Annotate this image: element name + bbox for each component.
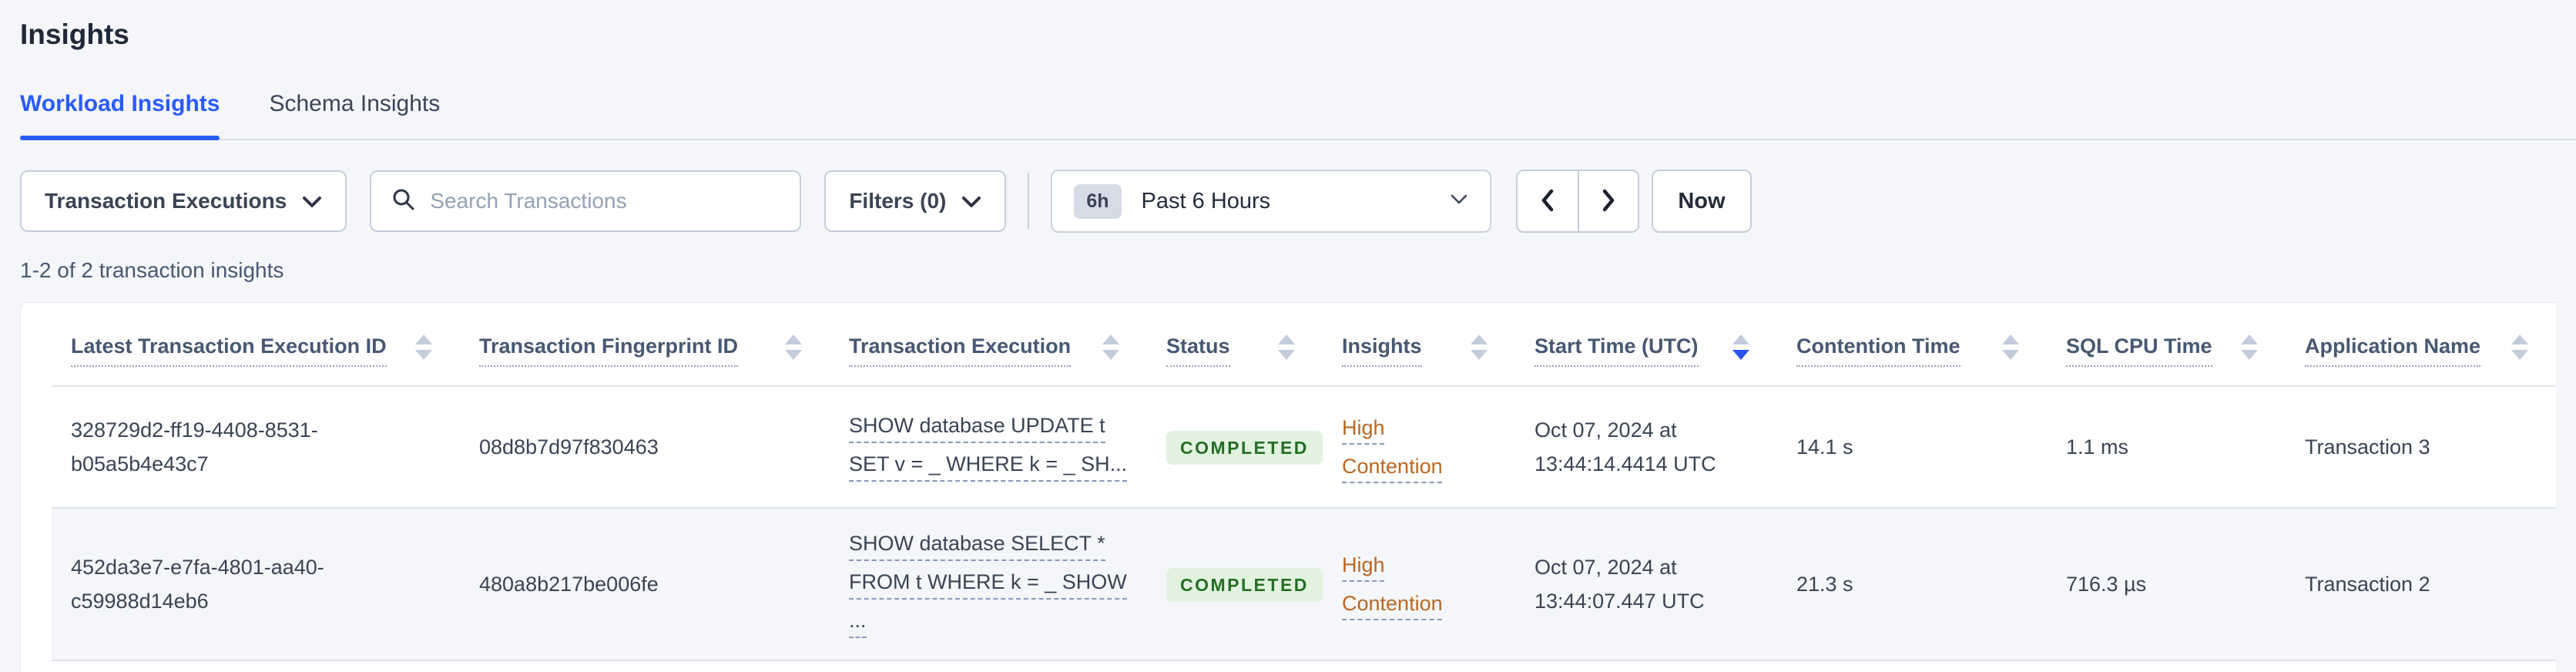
cell-insights: High Contention bbox=[1323, 508, 1515, 660]
toolbar-divider bbox=[1028, 173, 1030, 230]
cell-start-time: Oct 07, 2024 at 13:44:14.4414 UTC bbox=[1535, 418, 1716, 475]
sort-icon-descending-active[interactable] bbox=[1732, 334, 1749, 360]
column-header-application-name[interactable]: Application Name bbox=[2305, 334, 2533, 367]
cell-application-name: Transaction 2 bbox=[2305, 573, 2430, 596]
now-button[interactable]: Now bbox=[1652, 170, 1752, 233]
sort-icon[interactable] bbox=[2511, 334, 2528, 360]
transaction-insights-table: Latest Transaction Execution ID Transact… bbox=[52, 303, 2556, 661]
chevron-down-icon bbox=[961, 189, 981, 213]
transaction-statement-link[interactable]: SHOW database UPDATE t SET v = _ WHERE k… bbox=[849, 412, 1128, 482]
transaction-statement-link[interactable]: SHOW database SELECT * FROM t WHERE k = … bbox=[849, 530, 1127, 638]
cell-insights: High Contention bbox=[1323, 386, 1515, 508]
column-header-contention-time[interactable]: Contention Time bbox=[1796, 334, 2024, 367]
filters-dropdown[interactable]: Filters (0) bbox=[824, 170, 1007, 232]
column-header-insights[interactable]: Insights bbox=[1342, 334, 1492, 367]
time-range-badge: 6h bbox=[1074, 183, 1122, 219]
time-range-picker[interactable]: 6h Past 6 Hours bbox=[1051, 170, 1492, 233]
column-header-start-time[interactable]: Start Time (UTC) bbox=[1535, 334, 1754, 367]
search-icon bbox=[391, 187, 416, 216]
sort-icon[interactable] bbox=[1102, 334, 1119, 360]
tab-bar: Workload Insights Schema Insights bbox=[20, 89, 2576, 140]
cell-sql-cpu-time: 1.1 ms bbox=[2066, 435, 2129, 459]
cell-latest-execution-id: 328729d2-ff19-4408-8531- b05a5b4e43c7 bbox=[71, 418, 318, 475]
cell-transaction-execution: SHOW database UPDATE t SET v = _ WHERE k… bbox=[830, 386, 1147, 508]
cell-fingerprint-id: 08d8b7d97f830463 bbox=[479, 435, 659, 459]
sort-icon[interactable] bbox=[2241, 334, 2258, 360]
sort-icon[interactable] bbox=[2002, 334, 2019, 360]
cell-contention-time: 21.3 s bbox=[1796, 573, 1853, 596]
chevron-down-icon bbox=[1450, 193, 1468, 209]
cell-latest-execution-id: 452da3e7-e7fa-4801-aa40- c59988d14eb6 bbox=[71, 556, 324, 613]
cell-transaction-execution: SHOW database SELECT * FROM t WHERE k = … bbox=[830, 508, 1147, 660]
sort-icon[interactable] bbox=[415, 334, 432, 360]
insight-link[interactable]: High Contention bbox=[1342, 546, 1474, 623]
insights-table-card: Latest Transaction Execution ID Transact… bbox=[20, 302, 2556, 672]
execution-type-dropdown-label: Transaction Executions bbox=[45, 189, 287, 213]
page-title: Insights bbox=[20, 18, 129, 50]
tab-schema-insights[interactable]: Schema Insights bbox=[269, 89, 440, 139]
column-header-transaction-execution[interactable]: Transaction Execution bbox=[849, 334, 1124, 367]
table-header-row: Latest Transaction Execution ID Transact… bbox=[52, 303, 2556, 386]
sort-icon[interactable] bbox=[1278, 334, 1295, 360]
previous-time-range-button[interactable] bbox=[1518, 171, 1578, 231]
cell-contention-time: 14.1 s bbox=[1796, 435, 1853, 459]
column-header-latest-transaction-execution-id[interactable]: Latest Transaction Execution ID bbox=[71, 334, 437, 367]
column-header-status[interactable]: Status bbox=[1166, 334, 1300, 367]
search-input[interactable] bbox=[430, 189, 780, 213]
insight-link[interactable]: High Contention bbox=[1342, 408, 1474, 486]
execution-type-dropdown[interactable]: Transaction Executions bbox=[20, 170, 347, 232]
column-header-sql-cpu-time[interactable]: SQL CPU Time bbox=[2066, 334, 2262, 367]
sort-icon[interactable] bbox=[785, 334, 802, 360]
status-badge: COMPLETED bbox=[1166, 567, 1323, 602]
cell-start-time: Oct 07, 2024 at 13:44:07.447 UTC bbox=[1535, 556, 1705, 613]
chevron-right-icon bbox=[1598, 185, 1618, 218]
tab-workload-insights[interactable]: Workload Insights bbox=[20, 89, 220, 140]
next-time-range-button[interactable] bbox=[1578, 171, 1639, 231]
chevron-down-icon bbox=[302, 189, 322, 213]
table-row: 452da3e7-e7fa-4801-aa40- c59988d14eb6 48… bbox=[52, 508, 2556, 660]
cell-fingerprint-id: 480a8b217be006fe bbox=[479, 573, 659, 596]
time-range-pager bbox=[1516, 170, 1640, 233]
cell-status: COMPLETED bbox=[1147, 508, 1323, 660]
cell-sql-cpu-time: 716.3 µs bbox=[2066, 573, 2147, 596]
time-range-label: Past 6 Hours bbox=[1141, 188, 1271, 213]
results-summary: 1-2 of 2 transaction insights bbox=[20, 258, 284, 282]
cell-status: COMPLETED bbox=[1147, 386, 1323, 508]
search-box bbox=[370, 170, 802, 232]
column-header-transaction-fingerprint-id[interactable]: Transaction Fingerprint ID bbox=[479, 334, 807, 367]
status-badge: COMPLETED bbox=[1166, 430, 1323, 465]
insights-page: Insights Workload Insights Schema Insigh… bbox=[0, 0, 2576, 672]
sort-icon[interactable] bbox=[1471, 334, 1488, 360]
filters-dropdown-label: Filters (0) bbox=[849, 189, 947, 213]
toolbar: Transaction Executions Filters (0) 6h Pa… bbox=[20, 170, 2576, 233]
chevron-left-icon bbox=[1538, 185, 1558, 218]
cell-application-name: Transaction 3 bbox=[2305, 435, 2430, 459]
table-row: 328729d2-ff19-4408-8531- b05a5b4e43c7 08… bbox=[52, 386, 2556, 508]
